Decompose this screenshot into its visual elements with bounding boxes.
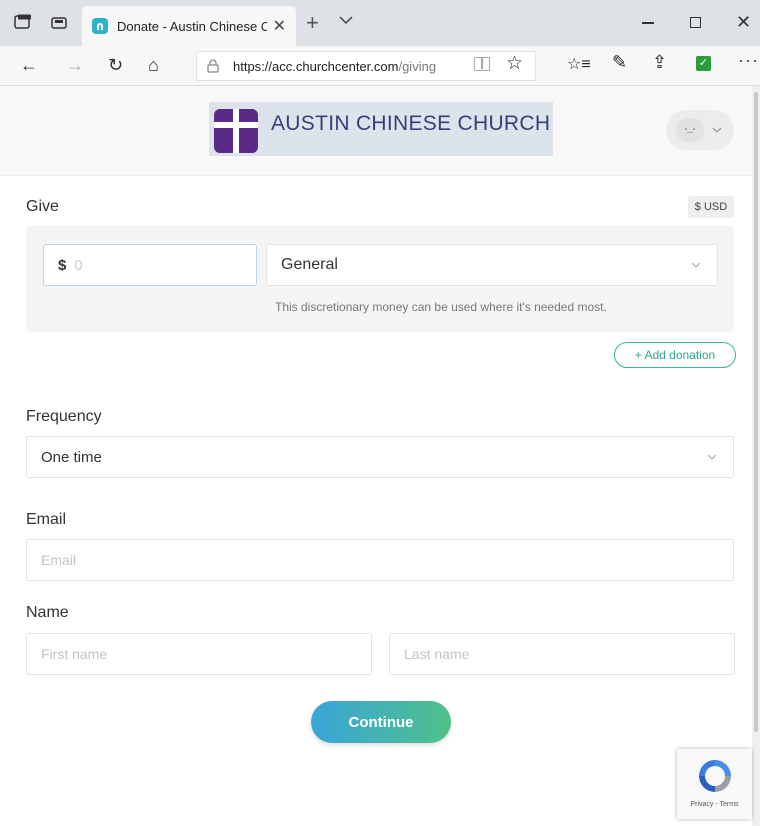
cross-logo-icon [214, 109, 258, 153]
close-tab-icon[interactable]: ✕ [273, 16, 286, 36]
url-path: /giving [398, 58, 437, 74]
reading-view-icon[interactable] [474, 57, 490, 71]
fund-description: This discretionary money can be used whe… [275, 300, 607, 314]
give-heading: Give [26, 198, 59, 215]
amount-field[interactable]: $ [43, 244, 257, 286]
close-window-button[interactable]: ✕ [736, 12, 751, 33]
extension-check-icon[interactable]: ✓ [696, 56, 711, 71]
recaptcha-badge[interactable]: Privacy - Terms [677, 749, 752, 819]
frequency-select[interactable]: One time [26, 436, 734, 478]
amount-input[interactable] [74, 256, 225, 274]
workspaces-icon[interactable] [14, 14, 32, 30]
browser-toolbar: ← → ↻ ⌂ https://acc.churchcenter.com/giv… [0, 46, 760, 86]
privacy-terms-links[interactable]: Privacy - Terms [677, 801, 752, 808]
active-tab[interactable]: Donate - Austin Chinese Church ✕ [82, 6, 296, 46]
avatar-icon [676, 118, 704, 142]
church-center-favicon-icon [92, 18, 108, 34]
browser-tab-bar: Donate - Austin Chinese Church ✕ + ✕ [0, 0, 760, 46]
reload-icon[interactable]: ↻ [108, 54, 123, 76]
email-label: Email [26, 511, 67, 528]
share-icon[interactable]: ⇪ [652, 52, 667, 73]
back-arrow-icon[interactable]: ← [20, 54, 38, 76]
tab-title: Donate - Austin Chinese Church [117, 18, 267, 34]
more-menu-icon[interactable]: ··· [738, 50, 759, 71]
continue-button[interactable]: Continue [311, 701, 451, 743]
first-name-field[interactable] [26, 633, 372, 675]
web-note-pen-icon[interactable]: ✎ [612, 52, 627, 73]
tab-list-chevron-icon[interactable] [338, 12, 354, 28]
currency-badge[interactable]: $ USD [688, 196, 734, 218]
minimize-window-button[interactable] [642, 22, 654, 24]
lock-icon [207, 59, 219, 73]
chevron-down-icon [691, 262, 701, 268]
scrollbar-thumb[interactable] [754, 92, 758, 732]
fund-selected-value: General [281, 256, 338, 273]
frequency-selected-value: One time [41, 448, 102, 466]
last-name-field[interactable] [389, 633, 735, 675]
home-icon[interactable]: ⌂ [148, 54, 159, 76]
email-field[interactable] [26, 539, 734, 581]
maximize-window-button[interactable] [690, 17, 701, 28]
dollar-prefix: $ [58, 256, 67, 274]
recaptcha-icon [699, 760, 731, 792]
favorites-list-icon[interactable]: ☆≡ [567, 54, 591, 74]
frequency-label: Frequency [26, 408, 102, 425]
fund-select[interactable]: General [266, 244, 718, 286]
chevron-down-icon [712, 127, 722, 133]
church-logo[interactable]: AUSTIN CHINESE CHURCH [209, 102, 553, 156]
church-name: AUSTIN CHINESE CHURCH [271, 112, 551, 135]
name-label: Name [26, 604, 69, 621]
tab-actions-icon[interactable] [50, 14, 68, 30]
favorite-star-icon[interactable]: ☆ [506, 52, 523, 75]
url-host: https://acc.churchcenter.com [233, 58, 399, 74]
account-menu-button[interactable] [666, 110, 734, 150]
url-text: https://acc.churchcenter.com/giving [233, 59, 436, 74]
forward-arrow-icon[interactable]: → [66, 54, 84, 76]
new-tab-button[interactable]: + [306, 10, 319, 36]
add-donation-button[interactable]: + Add donation [614, 342, 736, 368]
chevron-down-icon [707, 454, 717, 460]
